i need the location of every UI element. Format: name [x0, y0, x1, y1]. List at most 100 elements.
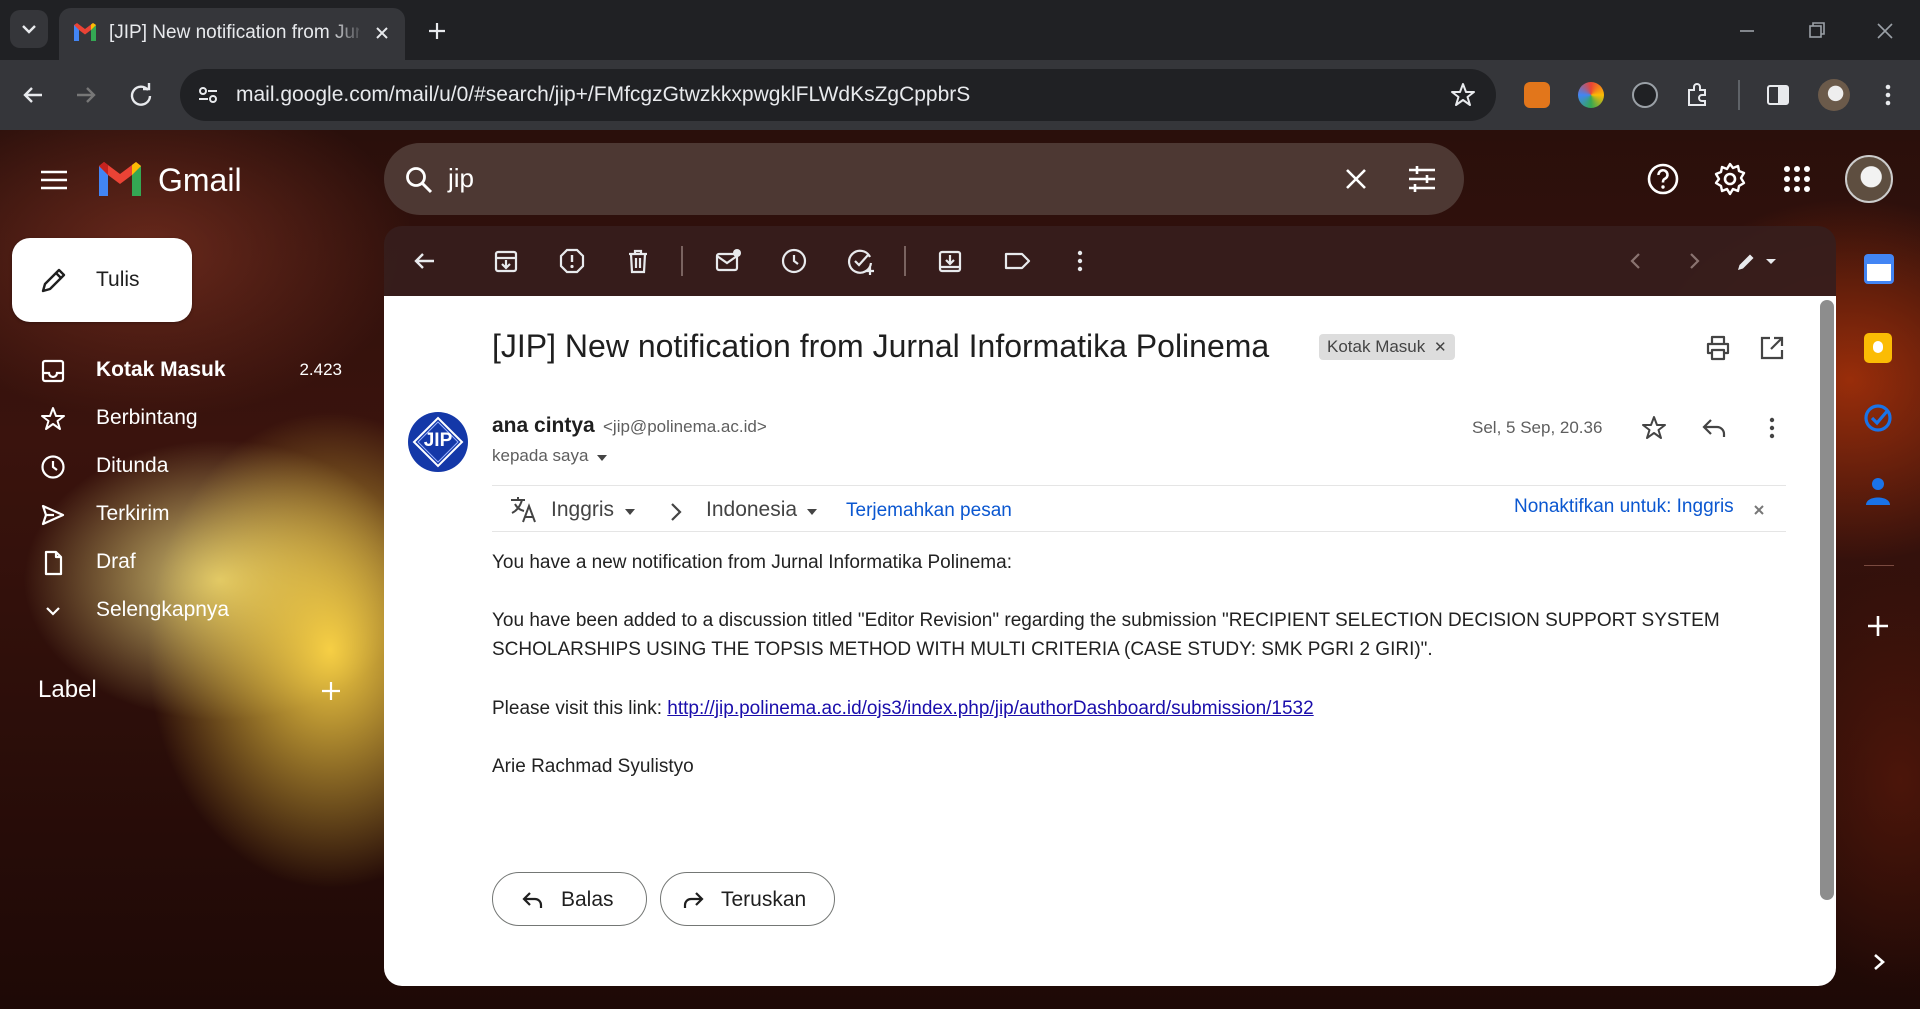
- message-toolbar: [384, 226, 1836, 296]
- reply-button[interactable]: Balas: [492, 872, 647, 926]
- address-bar[interactable]: mail.google.com/mail/u/0/#search/jip+/FM…: [180, 69, 1496, 121]
- recipient-details-icon[interactable]: [594, 450, 610, 466]
- forward-icon[interactable]: [73, 82, 99, 108]
- tasks-app-icon[interactable]: [1862, 402, 1894, 434]
- target-language-dropdown-icon[interactable]: [804, 504, 820, 520]
- message-scrollbar[interactable]: [1820, 300, 1834, 900]
- help-icon[interactable]: [1646, 162, 1680, 196]
- submission-link[interactable]: http://jip.polinema.ac.id/ojs3/index.php…: [667, 698, 1313, 719]
- clear-search-icon[interactable]: [1342, 165, 1370, 193]
- archive-icon[interactable]: [492, 247, 520, 275]
- settings-gear-icon[interactable]: [1713, 162, 1747, 196]
- older-message-icon[interactable]: [1682, 247, 1706, 275]
- gmail-logo-icon: [99, 162, 141, 196]
- add-label-icon[interactable]: [318, 678, 344, 704]
- message-view: [JIP] New notification from Jurnal Infor…: [384, 296, 1836, 986]
- forward-button[interactable]: Teruskan: [660, 872, 835, 926]
- gmail-header: Gmail jip: [0, 130, 1920, 230]
- tab-search-button[interactable]: [10, 10, 48, 48]
- source-language-dropdown-icon[interactable]: [622, 504, 638, 520]
- target-language[interactable]: Indonesia: [706, 498, 797, 522]
- label-chip-inbox[interactable]: Kotak Masuk ✕: [1319, 334, 1455, 360]
- side-panel-icon[interactable]: [1764, 81, 1792, 109]
- label-tag-icon[interactable]: [1002, 247, 1032, 275]
- nav-drafts[interactable]: Draf: [0, 538, 370, 586]
- newer-message-icon[interactable]: [1624, 247, 1648, 275]
- apps-grid-icon[interactable]: [1780, 162, 1814, 196]
- metamask-extension-icon[interactable]: [1524, 82, 1550, 108]
- get-addons-icon[interactable]: [1864, 612, 1892, 640]
- nav-inbox[interactable]: Kotak Masuk 2.423: [0, 346, 370, 394]
- browser-tab[interactable]: [JIP] New notification from Jurnal Infor…: [59, 8, 405, 60]
- site-info-icon[interactable]: [196, 83, 220, 107]
- message-subject: [JIP] New notification from Jurnal Infor…: [492, 328, 1270, 364]
- add-task-icon[interactable]: [846, 247, 876, 275]
- source-language[interactable]: Inggris: [551, 498, 614, 522]
- delete-trash-icon[interactable]: [624, 247, 652, 275]
- keep-app-icon[interactable]: [1864, 333, 1892, 363]
- back-to-list-icon[interactable]: [410, 247, 438, 275]
- minimize-icon[interactable]: [1736, 20, 1758, 42]
- nav-snoozed[interactable]: Ditunda: [0, 442, 370, 490]
- reload-icon[interactable]: [128, 82, 154, 108]
- search-icon[interactable]: [404, 165, 434, 195]
- open-new-window-icon[interactable]: [1758, 334, 1786, 362]
- disable-translate-link[interactable]: Nonaktifkan untuk: Inggris: [1514, 496, 1734, 518]
- account-avatar[interactable]: [1845, 155, 1893, 203]
- expand-side-panel-icon[interactable]: [1868, 950, 1890, 974]
- report-spam-icon[interactable]: [558, 247, 586, 275]
- body-line-1: You have a new notification from Jurnal …: [492, 552, 1012, 573]
- more-options-icon[interactable]: [1066, 247, 1094, 275]
- link-prefix-text: Please visit this link:: [492, 698, 668, 719]
- bookmark-star-icon[interactable]: [1450, 82, 1476, 108]
- search-options-icon[interactable]: [1406, 163, 1438, 195]
- sender-avatar[interactable]: JIP: [408, 412, 468, 472]
- recipient-line: kepada saya: [492, 446, 589, 465]
- print-icon[interactable]: [1704, 334, 1732, 362]
- contacts-app-icon[interactable]: [1862, 474, 1894, 508]
- colorful-extension-icon[interactable]: [1578, 82, 1604, 108]
- reply-arrow-icon: [522, 892, 543, 908]
- translate-icon: [511, 497, 536, 523]
- translate-message-link[interactable]: Terjemahkan pesan: [846, 500, 1012, 522]
- body-line-3: Please visit this link: http://jip.polin…: [492, 694, 1314, 723]
- input-tools-pencil-icon[interactable]: [1732, 247, 1780, 275]
- browser-menu-icon[interactable]: [1874, 81, 1902, 109]
- close-window-icon[interactable]: [1874, 20, 1896, 42]
- sender-name[interactable]: ana cintya: [492, 414, 595, 438]
- move-to-icon[interactable]: [936, 247, 964, 275]
- star-message-icon[interactable]: [1640, 414, 1668, 442]
- nav-snoozed-label: Ditunda: [96, 454, 169, 477]
- web-extension-icon[interactable]: [1632, 82, 1658, 108]
- profile-avatar[interactable]: [1818, 79, 1850, 111]
- nav-sent[interactable]: Terkirim: [0, 490, 370, 538]
- chevron-down-icon: [22, 25, 36, 34]
- extensions-puzzle-icon[interactable]: [1684, 81, 1712, 109]
- nav-starred[interactable]: Berbintang: [0, 394, 370, 442]
- compose-button[interactable]: Tulis: [12, 238, 192, 322]
- snooze-clock-icon[interactable]: [780, 247, 808, 275]
- reply-icon[interactable]: [1700, 414, 1728, 442]
- nav-more[interactable]: Selengkapnya: [0, 586, 370, 634]
- sender-email: <jip@polinema.ac.id>: [603, 417, 767, 436]
- side-panel: [1852, 230, 1920, 1009]
- nav-drafts-label: Draf: [96, 550, 136, 573]
- nav-more-label: Selengkapnya: [96, 598, 230, 621]
- clock-icon: [41, 455, 65, 479]
- draft-file-icon: [44, 550, 63, 576]
- mark-unread-icon[interactable]: [714, 247, 742, 275]
- main-menu-icon[interactable]: [38, 164, 70, 196]
- browser-toolbar: mail.google.com/mail/u/0/#search/jip+/FM…: [0, 60, 1920, 130]
- close-tab-icon[interactable]: [373, 24, 391, 42]
- close-translate-icon[interactable]: [1751, 502, 1767, 518]
- calendar-app-icon[interactable]: [1864, 254, 1894, 284]
- restore-icon[interactable]: [1805, 20, 1827, 42]
- search-input[interactable]: jip: [448, 163, 474, 194]
- message-more-icon[interactable]: [1758, 414, 1786, 442]
- back-icon[interactable]: [20, 82, 46, 108]
- search-bar[interactable]: jip: [384, 143, 1464, 215]
- gmail-favicon-icon: [74, 23, 96, 41]
- new-tab-icon[interactable]: [426, 20, 448, 42]
- remove-label-icon[interactable]: ✕: [1434, 339, 1447, 356]
- compose-label: Tulis: [96, 268, 140, 291]
